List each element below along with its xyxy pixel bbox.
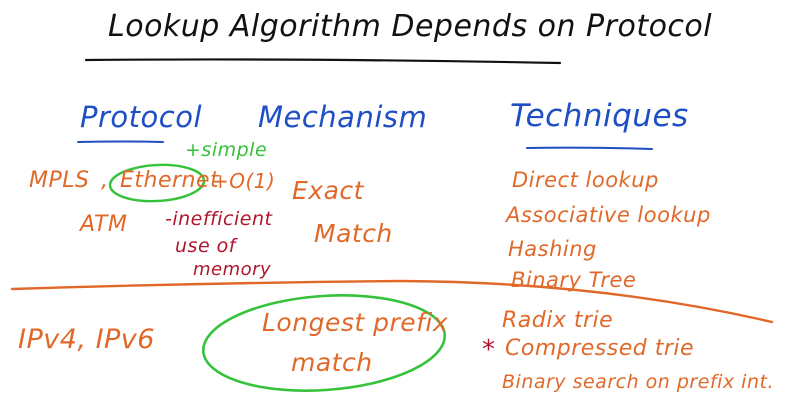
note-memory: memory bbox=[193, 259, 272, 280]
header-techniques: Techniques bbox=[510, 98, 689, 134]
note-order-one: +O(1) bbox=[212, 169, 276, 193]
techniques-underline bbox=[526, 146, 653, 150]
technique-item: Hashing bbox=[508, 237, 597, 261]
header-protocol: Protocol bbox=[80, 100, 203, 134]
page-title: Lookup Algorithm Depends on Protocol bbox=[108, 9, 713, 44]
mechanism-longest-prefix: Longest prefix bbox=[262, 308, 449, 337]
protocol-ethernet: Ethernet bbox=[120, 168, 220, 193]
mechanism-exact: Exact bbox=[292, 176, 364, 205]
protocol-mpls: MPLS bbox=[29, 168, 90, 193]
technique-item: Associative lookup bbox=[506, 203, 711, 227]
mechanism-match: Match bbox=[314, 219, 393, 248]
protocol-atm: ATM bbox=[80, 212, 128, 237]
technique-item: Binary search on prefix int. bbox=[502, 371, 774, 393]
longest-prefix-circle bbox=[201, 294, 447, 392]
header-mechanism: Mechanism bbox=[258, 100, 428, 134]
technique-item: Compressed trie bbox=[505, 336, 695, 361]
mechanism-longest-prefix-match: match bbox=[291, 348, 373, 377]
protocol-ipv4-ipv6: IPv4, IPv6 bbox=[18, 324, 155, 355]
star-marker: * bbox=[482, 335, 496, 365]
note-simple: +simple bbox=[185, 139, 268, 161]
whiteboard: Lookup Algorithm Depends on Protocol Pro… bbox=[0, 0, 793, 405]
note-use-of: use of bbox=[175, 235, 236, 257]
note-inefficient: -inefficient bbox=[165, 208, 273, 230]
technique-item: Direct lookup bbox=[512, 168, 659, 192]
title-underline bbox=[84, 58, 562, 65]
technique-item: Binary Tree bbox=[511, 268, 637, 292]
technique-item: Radix trie bbox=[502, 308, 614, 333]
protocol-underline bbox=[77, 140, 164, 143]
protocol-comma: , bbox=[101, 168, 109, 193]
